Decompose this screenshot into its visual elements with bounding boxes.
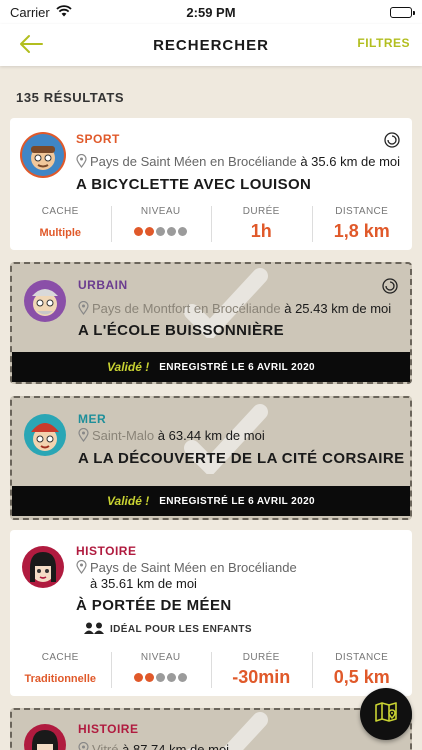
spiral-icon (384, 132, 400, 148)
stat-label: CACHE (41, 206, 79, 217)
category-label: URBAIN (78, 278, 128, 292)
distance-from-me: à 87.74 km de moi (122, 742, 230, 750)
location-name: Vitré (92, 742, 119, 750)
stat-duration: DURÉE -30min (211, 652, 312, 688)
list-item[interactable]: HISTOIRE Vitré à 87.74 km de moi (10, 708, 412, 750)
validated-banner: Validé ! ENREGISTRÉ LE 6 AVRIL 2020 (12, 486, 410, 516)
duration-value: 1h (250, 221, 272, 241)
location-pin-icon (78, 741, 89, 750)
stat-label: DURÉE (242, 206, 280, 217)
back-arrow-icon[interactable] (16, 32, 46, 56)
results-count: 135 RÉSULTATS (16, 90, 125, 105)
clock: 2:59 PM (186, 4, 236, 20)
wifi-icon (56, 4, 72, 20)
distance-from-me: à 25.43 km de moi (284, 301, 392, 316)
avatar (22, 278, 68, 324)
level-dots (111, 673, 212, 682)
distance-from-me: à 35.61 km de moi (90, 576, 197, 591)
navigation-bar: RECHERCHER FILTRES (0, 24, 422, 66)
duration-value: -30min (232, 667, 291, 687)
validated-label: Validé ! (106, 360, 150, 374)
location-name: Pays de Montfort en Brocéliande (92, 301, 281, 316)
validated-label: Validé ! (106, 494, 150, 508)
location-pin-icon (76, 559, 87, 577)
children-icon (84, 622, 104, 637)
itinerary-name: À PORTÉE DE MÉEN (76, 597, 232, 614)
location-name: Pays de Saint Méen en Brocéliande (90, 560, 297, 575)
location-pin-icon (78, 300, 89, 318)
filters-button[interactable]: FILTRES (357, 36, 410, 50)
level-dots (111, 227, 212, 236)
stat-distance: DISTANCE 1,8 km (311, 206, 413, 242)
stat-label: DISTANCE (335, 652, 389, 663)
recorded-date: ENREGISTRÉ LE 6 AVRIL 2020 (159, 361, 316, 373)
distance-value: 0,5 km (333, 667, 390, 687)
map-icon (373, 699, 399, 730)
list-item[interactable]: SPORT Pays de Saint Méen en Brocéliande … (10, 118, 412, 250)
category-label: HISTOIRE (78, 722, 139, 736)
cache-value: Traditionnelle (24, 673, 96, 685)
distance-row: à 35.61 km de moi (90, 576, 197, 591)
location-row: Saint-Malo à 63.44 km de moi (78, 427, 265, 445)
location-name: Pays de Saint Méen en Brocéliande (90, 154, 297, 169)
avatar (20, 132, 66, 178)
stat-cache: CACHE Multiple (10, 206, 111, 242)
distance-from-me: à 63.44 km de moi (157, 428, 265, 443)
kids-friendly-badge: IDÉAL POUR LES ENFANTS (84, 622, 252, 637)
kids-label: IDÉAL POUR LES ENFANTS (110, 624, 252, 635)
distance-value: 1,8 km (333, 221, 390, 241)
stat-level: NIVEAU (110, 206, 212, 242)
stats-row: CACHE Multiple NIVEAU DURÉE 1h DISTANCE … (10, 206, 412, 242)
status-bar: Carrier 2:59 PM (0, 0, 422, 24)
list-item[interactable]: HISTOIRE Pays de Saint Méen en Brocélian… (10, 530, 412, 696)
category-label: HISTOIRE (76, 544, 137, 558)
stat-label: NIVEAU (140, 206, 181, 217)
stats-row: CACHE Traditionnelle NIVEAU DURÉE -30min… (10, 652, 412, 688)
avatar (22, 412, 68, 458)
avatar (20, 544, 66, 590)
page-title: RECHERCHER (153, 36, 269, 54)
location-row: Vitré à 87.74 km de moi (78, 741, 230, 750)
stat-duration: DURÉE 1h (211, 206, 312, 242)
map-view-button[interactable] (360, 688, 412, 740)
carrier-label: Carrier (10, 4, 50, 20)
itinerary-name: A LA DÉCOUVERTE DE LA CITÉ CORSAIRE (78, 450, 405, 467)
itinerary-name: A BICYCLETTE AVEC LOUISON (76, 176, 312, 193)
stat-label: NIVEAU (140, 652, 181, 663)
category-label: MER (78, 412, 107, 426)
recorded-date: ENREGISTRÉ LE 6 AVRIL 2020 (159, 495, 316, 507)
location-row: Pays de Saint Méen en Brocéliande à 35.6… (76, 153, 401, 171)
stat-level: NIVEAU (110, 652, 212, 688)
location-name: Saint-Malo (92, 428, 155, 443)
list-item[interactable]: MER Saint-Malo à 63.44 km de moi A LA DÉ… (10, 396, 412, 520)
stat-label: DURÉE (242, 652, 280, 663)
location-row: Pays de Saint Méen en Brocéliande (76, 559, 297, 577)
location-pin-icon (78, 427, 89, 445)
validated-banner: Validé ! ENREGISTRÉ LE 6 AVRIL 2020 (12, 352, 410, 382)
spiral-icon (382, 278, 398, 294)
location-pin-icon (76, 153, 87, 171)
list-item[interactable]: URBAIN Pays de Montfort en Brocéliande à… (10, 262, 412, 384)
distance-from-me: à 35.6 km de moi (300, 154, 401, 169)
cache-value: Multiple (39, 227, 82, 239)
avatar (22, 722, 68, 750)
location-row: Pays de Montfort en Brocéliande à 25.43 … (78, 300, 392, 318)
stat-label: DISTANCE (335, 206, 389, 217)
category-label: SPORT (76, 132, 120, 146)
stat-distance: DISTANCE 0,5 km (311, 652, 413, 688)
stat-cache: CACHE Traditionnelle (10, 652, 111, 688)
stat-label: CACHE (41, 652, 79, 663)
battery-icon (390, 6, 415, 18)
itinerary-name: A L'ÉCOLE BUISSONNIÈRE (78, 322, 284, 339)
